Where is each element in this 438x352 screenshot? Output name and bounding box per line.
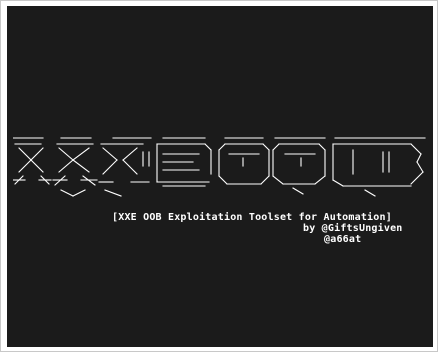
- banner-letter-x-3: [98, 143, 150, 197]
- author-handle-line: @a66at: [324, 234, 362, 245]
- banner-letter-x-1: [13, 143, 52, 185]
- banner-letter-o-2: [272, 143, 326, 195]
- banner-letter-b: [332, 143, 424, 197]
- ascii-art-banner-graphic: [13, 137, 426, 197]
- terminal-window: [XXE OOB Exploitation Toolset for Automa…: [0, 0, 438, 352]
- author-credit-line: by @GiftsUngiven: [303, 223, 403, 234]
- tool-description-line: [XXE OOB Exploitation Toolset for Automa…: [112, 212, 392, 223]
- terminal-output-area[interactable]: [XXE OOB Exploitation Toolset for Automa…: [7, 6, 433, 347]
- banner-letter-o-1: [218, 143, 270, 185]
- ascii-art-banner: [13, 130, 427, 202]
- banner-letter-e: [156, 143, 212, 187]
- banner-letter-x-2: [52, 143, 98, 197]
